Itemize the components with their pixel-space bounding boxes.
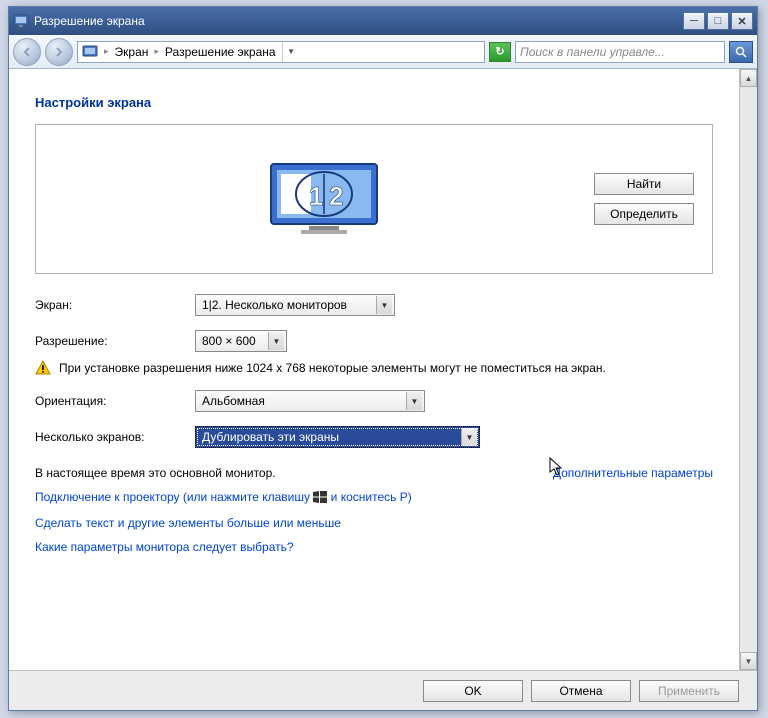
orientation-select-value: Альбомная bbox=[202, 394, 265, 408]
breadcrumb-item-2[interactable]: Разрешение экрана bbox=[165, 45, 276, 59]
screen-label: Экран: bbox=[35, 298, 195, 312]
scroll-down-button[interactable]: ▼ bbox=[740, 652, 757, 670]
window-title: Разрешение экрана bbox=[34, 14, 683, 28]
window: Разрешение экрана ─ □ ✕ ▸ Экран ▸ Разреш… bbox=[8, 6, 758, 711]
refresh-button[interactable]: ↻ bbox=[489, 42, 511, 62]
search-input[interactable]: Поиск в панели управле... bbox=[515, 41, 725, 63]
breadcrumb-separator: ▸ bbox=[104, 46, 109, 57]
display-preview: 1 2 Найти Определить bbox=[35, 124, 713, 274]
vertical-scrollbar[interactable]: ▲ ▼ bbox=[739, 69, 757, 670]
minimize-button[interactable]: ─ bbox=[683, 12, 705, 30]
close-button[interactable]: ✕ bbox=[731, 12, 753, 30]
monitor-thumbnail[interactable]: 1 2 bbox=[269, 162, 379, 236]
monitor-icon bbox=[82, 44, 98, 60]
windows-key-icon bbox=[313, 491, 327, 506]
chevron-down-icon: ▼ bbox=[268, 332, 284, 350]
content-area: Настройки экрана 1 2 bbox=[9, 69, 739, 670]
resolution-select[interactable]: 800 × 600 ▼ bbox=[195, 330, 287, 352]
ok-button[interactable]: OK bbox=[423, 680, 523, 702]
identify-button[interactable]: Определить bbox=[594, 203, 694, 225]
svg-text:1: 1 bbox=[309, 181, 323, 211]
resolution-select-value: 800 × 600 bbox=[202, 334, 256, 348]
breadcrumb-drop-icon[interactable]: ▼ bbox=[282, 42, 300, 62]
multiple-displays-label: Несколько экранов: bbox=[35, 430, 195, 444]
multiple-displays-value: Дублировать эти экраны bbox=[202, 430, 339, 444]
scroll-up-button[interactable]: ▲ bbox=[740, 69, 757, 87]
chevron-down-icon: ▼ bbox=[461, 428, 477, 446]
window-icon bbox=[13, 13, 29, 29]
projector-link[interactable]: Подключение к проектору (или нажмите кла… bbox=[35, 490, 412, 504]
help-link[interactable]: Какие параметры монитора следует выбрать… bbox=[35, 540, 294, 554]
primary-monitor-text: В настоящее время это основной монитор. bbox=[35, 466, 276, 480]
dialog-buttons: OK Отмена Применить bbox=[9, 670, 757, 710]
cancel-button[interactable]: Отмена bbox=[531, 680, 631, 702]
orientation-select[interactable]: Альбомная ▼ bbox=[195, 390, 425, 412]
warning-text: При установке разрешения ниже 1024 х 768… bbox=[59, 360, 606, 376]
address-bar: ▸ Экран ▸ Разрешение экрана ▼ ↻ Поиск в … bbox=[9, 35, 757, 69]
multiple-displays-select[interactable]: Дублировать эти экраны ▼ bbox=[195, 426, 480, 448]
search-button[interactable] bbox=[729, 41, 753, 63]
forward-button[interactable] bbox=[45, 38, 73, 66]
advanced-settings-link[interactable]: Дополнительные параметры bbox=[553, 466, 713, 480]
find-button[interactable]: Найти bbox=[594, 173, 694, 195]
text-size-link[interactable]: Сделать текст и другие элементы больше и… bbox=[35, 516, 341, 530]
chevron-down-icon: ▼ bbox=[406, 392, 422, 410]
apply-button[interactable]: Применить bbox=[639, 680, 739, 702]
screen-select-value: 1|2. Несколько мониторов bbox=[202, 298, 347, 312]
breadcrumb-field[interactable]: ▸ Экран ▸ Разрешение экрана ▼ bbox=[77, 41, 485, 63]
back-button[interactable] bbox=[13, 38, 41, 66]
search-placeholder: Поиск в панели управле... bbox=[520, 45, 665, 59]
screen-select[interactable]: 1|2. Несколько мониторов ▼ bbox=[195, 294, 395, 316]
orientation-label: Ориентация: bbox=[35, 394, 195, 408]
chevron-down-icon: ▼ bbox=[376, 296, 392, 314]
warning-icon bbox=[35, 360, 51, 376]
breadcrumb-separator: ▸ bbox=[154, 46, 159, 57]
resolution-label: Разрешение: bbox=[35, 334, 195, 348]
breadcrumb-item-1[interactable]: Экран bbox=[115, 45, 149, 59]
svg-text:2: 2 bbox=[329, 181, 343, 211]
page-heading: Настройки экрана bbox=[35, 95, 713, 110]
titlebar: Разрешение экрана ─ □ ✕ bbox=[9, 7, 757, 35]
maximize-button[interactable]: □ bbox=[707, 12, 729, 30]
